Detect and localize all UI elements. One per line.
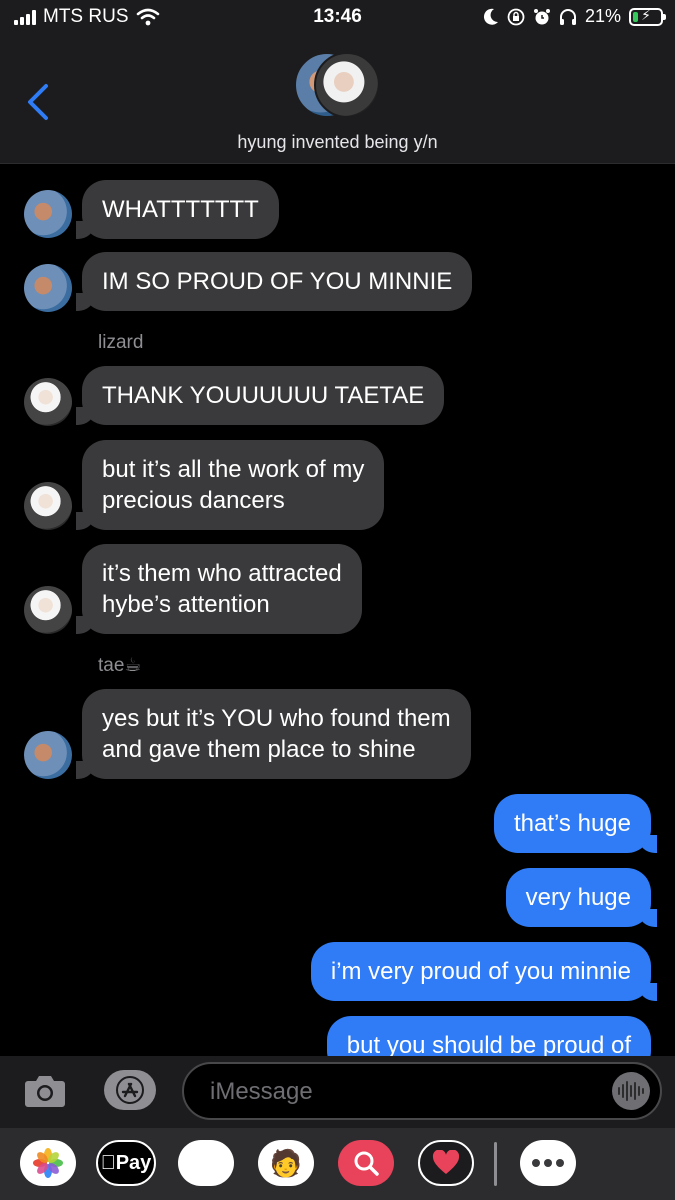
message-row: yes but it’s YOU who found them and gave… — [0, 689, 675, 779]
message-row: it’s them who attracted hybe’s attention — [0, 544, 675, 634]
group-avatar[interactable] — [294, 52, 384, 122]
app-store-icon — [116, 1076, 144, 1104]
search-images-icon[interactable] — [338, 1140, 394, 1186]
conversation-header: hyung invented being y/n — [0, 36, 675, 164]
message-line: and gave them place to shine — [102, 736, 416, 763]
message-input-placeholder: iMessage — [210, 1078, 313, 1105]
apple-logo-icon:  — [101, 1152, 116, 1175]
conversation-title[interactable]: hyung invented being y/n — [0, 132, 675, 153]
outgoing-message-bubble[interactable]: i’m very proud of you minnie — [310, 942, 658, 1001]
status-right: 21% ⚡ — [483, 6, 666, 27]
more-apps-icon[interactable] — [520, 1140, 576, 1186]
avatar[interactable] — [24, 586, 72, 634]
photos-icon[interactable] — [20, 1140, 76, 1186]
incoming-message-bubble[interactable]: IM SO PROUD OF YOU MINNIE — [75, 252, 473, 311]
moon-icon — [483, 8, 498, 25]
status-bar: MTS RUS 13:46 21% ⚡ — [0, 0, 675, 36]
message-line: hybe’s attention — [102, 591, 270, 618]
monkey-memoji-icon[interactable]: 🐵 — [178, 1140, 234, 1186]
camera-icon[interactable] — [24, 1072, 66, 1108]
chevron-left-icon[interactable] — [24, 82, 54, 122]
avatar[interactable] — [24, 190, 72, 238]
divider — [494, 1142, 497, 1186]
photos-flower-icon — [33, 1148, 63, 1178]
voice-waveform-icon[interactable] — [612, 1072, 650, 1110]
apple-pay-label: Pay — [108, 1151, 152, 1174]
alarm-icon — [533, 8, 550, 24]
digital-touch-icon[interactable] — [418, 1140, 474, 1186]
incoming-message-bubble[interactable]: it’s them who attracted hybe’s attention — [76, 544, 362, 634]
incoming-message-bubble[interactable]: yes but it’s YOU who found them and gave… — [76, 689, 471, 779]
avatar[interactable] — [24, 731, 72, 779]
battery-charging-icon: ⚡ — [629, 6, 666, 26]
app-store-button[interactable] — [104, 1070, 156, 1110]
avatar[interactable] — [24, 264, 72, 312]
message-row: THANK YOUUUUUU TAETAE — [0, 366, 675, 426]
outgoing-message-bubble[interactable]: that’s huge — [494, 794, 657, 853]
message-input[interactable]: iMessage — [182, 1062, 662, 1120]
avatar[interactable] — [24, 482, 72, 530]
message-line: yes but it’s YOU who found them — [102, 705, 451, 732]
heart-icon — [432, 1150, 460, 1174]
app-drawer: Pay 🐵 🧑 — [0, 1128, 675, 1200]
message-line: it’s them who attracted — [102, 560, 342, 587]
charging-bolt-icon: ⚡ — [641, 6, 651, 23]
memoji-icon[interactable]: 🧑 — [258, 1140, 314, 1186]
sender-name: tae☕ — [98, 655, 142, 676]
message-row: IM SO PROUD OF YOU MINNIE — [0, 252, 675, 312]
outgoing-message-bubble[interactable]: very huge — [505, 868, 658, 927]
rotation-lock-icon — [507, 8, 525, 25]
apple-pay-icon[interactable]: Pay — [96, 1140, 156, 1186]
battery-percent: 21% — [584, 6, 621, 26]
message-line: but it’s all the work of my — [102, 456, 365, 483]
outgoing-message-bubble[interactable]: but you should be proud of — [326, 1016, 651, 1056]
message-thread[interactable]: WHATTTTTTT IM SO PROUD OF YOU MINNIE liz… — [0, 164, 675, 1056]
magnifier-icon — [354, 1151, 379, 1176]
incoming-message-bubble[interactable]: but it’s all the work of my precious dan… — [75, 440, 385, 530]
compose-bar: iMessage — [0, 1056, 675, 1128]
message-row: but it’s all the work of my precious dan… — [0, 440, 675, 530]
incoming-message-bubble[interactable]: WHATTTTTTT — [76, 180, 279, 239]
message-line: precious dancers — [102, 487, 285, 514]
avatar — [314, 52, 380, 118]
message-row: WHATTTTTTT — [0, 180, 675, 240]
headphones-icon — [559, 8, 576, 25]
avatar[interactable] — [24, 378, 72, 426]
sender-name: lizard — [98, 332, 144, 353]
incoming-message-bubble[interactable]: THANK YOUUUUUU TAETAE — [75, 366, 445, 425]
